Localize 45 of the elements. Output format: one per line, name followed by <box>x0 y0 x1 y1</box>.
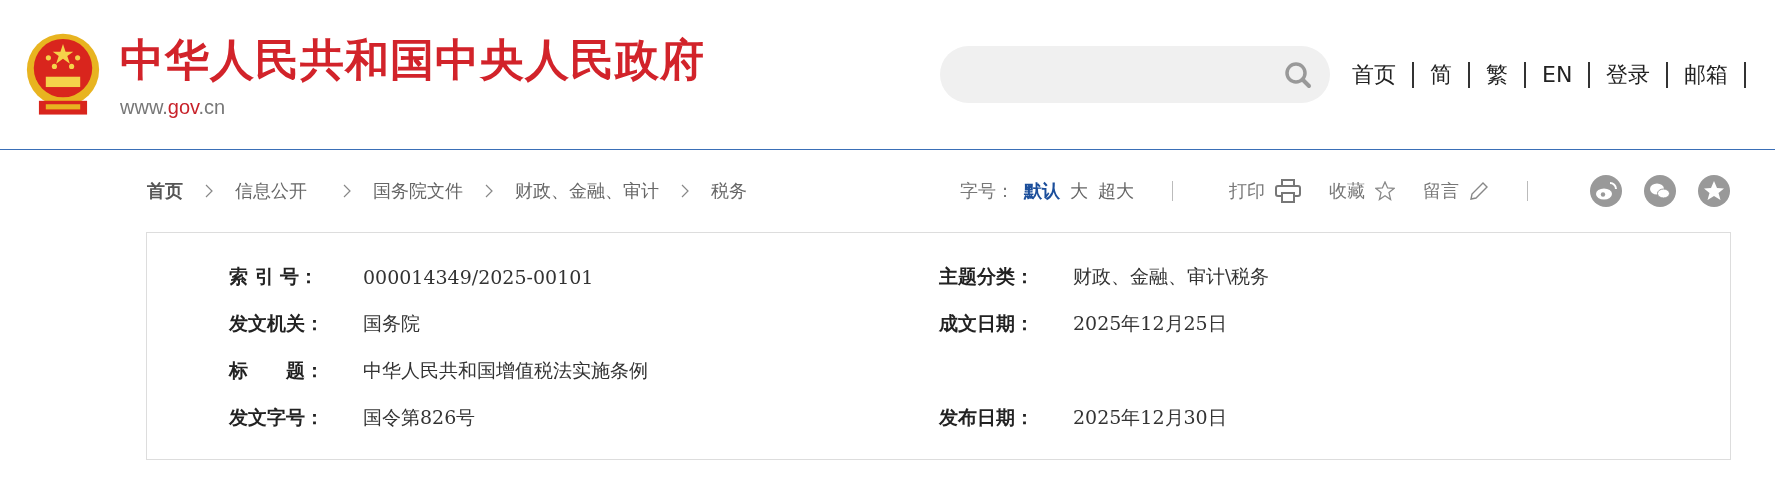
field-value: 财政、金融、审计\税务 <box>1073 263 1271 289</box>
pencil-icon[interactable] <box>1469 181 1489 201</box>
weibo-icon[interactable] <box>1590 175 1622 207</box>
tool-link[interactable]: 留言 <box>1423 179 1459 203</box>
breadcrumb-link[interactable]: 税务 <box>711 179 747 203</box>
tool-link[interactable]: 收藏 <box>1329 179 1365 203</box>
breadcrumb-link[interactable]: 财政、金融、审计 <box>515 179 659 203</box>
font-size-label: 字号： <box>960 179 1014 203</box>
field-label: 索 引 号： <box>229 263 320 289</box>
nav-link[interactable]: EN <box>1542 62 1573 87</box>
nav-link[interactable]: 简 <box>1430 59 1452 90</box>
font-size-option[interactable]: 超大 <box>1098 179 1134 203</box>
search-icon[interactable] <box>1284 60 1312 89</box>
field-value: 中华人民共和国增值税法实施条例 <box>363 357 649 383</box>
star-icon[interactable] <box>1375 181 1395 201</box>
font-size-option[interactable]: 默认 <box>1024 179 1060 203</box>
wechat-icon[interactable] <box>1644 175 1676 207</box>
nav-link[interactable]: 首页 <box>1352 59 1396 90</box>
field-value: 2025年12月25日 <box>1073 310 1228 336</box>
field-value: 国务院 <box>363 310 421 336</box>
nav-link[interactable]: 繁 <box>1486 59 1508 90</box>
tool-link[interactable]: 打印 <box>1229 179 1265 203</box>
chevron-icon <box>681 184 689 198</box>
field-value: 2025年12月30日 <box>1073 404 1228 430</box>
field-label: 标 题： <box>229 357 325 383</box>
field-label: 发文机关： <box>229 310 325 336</box>
star-badge-icon[interactable] <box>1698 175 1730 207</box>
breadcrumb-link[interactable]: 首页 <box>147 179 183 203</box>
field-label: 主题分类： <box>939 263 1035 289</box>
chevron-icon <box>485 184 493 198</box>
field-label: 发布日期： <box>939 404 1035 430</box>
field-value: 000014349/2025-00101 <box>363 265 595 288</box>
printer-icon[interactable] <box>1275 179 1301 203</box>
breadcrumb-link[interactable]: 信息公开 <box>235 179 307 203</box>
field-label: 成文日期： <box>939 310 1035 336</box>
nav-link[interactable]: 登录 <box>1606 59 1651 90</box>
field-value: 国令第826号 <box>363 404 477 430</box>
font-size-option[interactable]: 大 <box>1070 179 1088 203</box>
site-title: 中华人民共和国中央人民政府 <box>120 32 705 87</box>
nav-link[interactable]: 邮箱 <box>1684 59 1729 90</box>
field-label: 发文字号： <box>229 404 325 430</box>
chevron-icon <box>205 184 213 198</box>
site-domain[interactable]: www.gov.cn <box>120 95 705 119</box>
chevron-icon <box>343 184 351 198</box>
breadcrumb-link[interactable]: 国务院文件 <box>373 179 463 203</box>
